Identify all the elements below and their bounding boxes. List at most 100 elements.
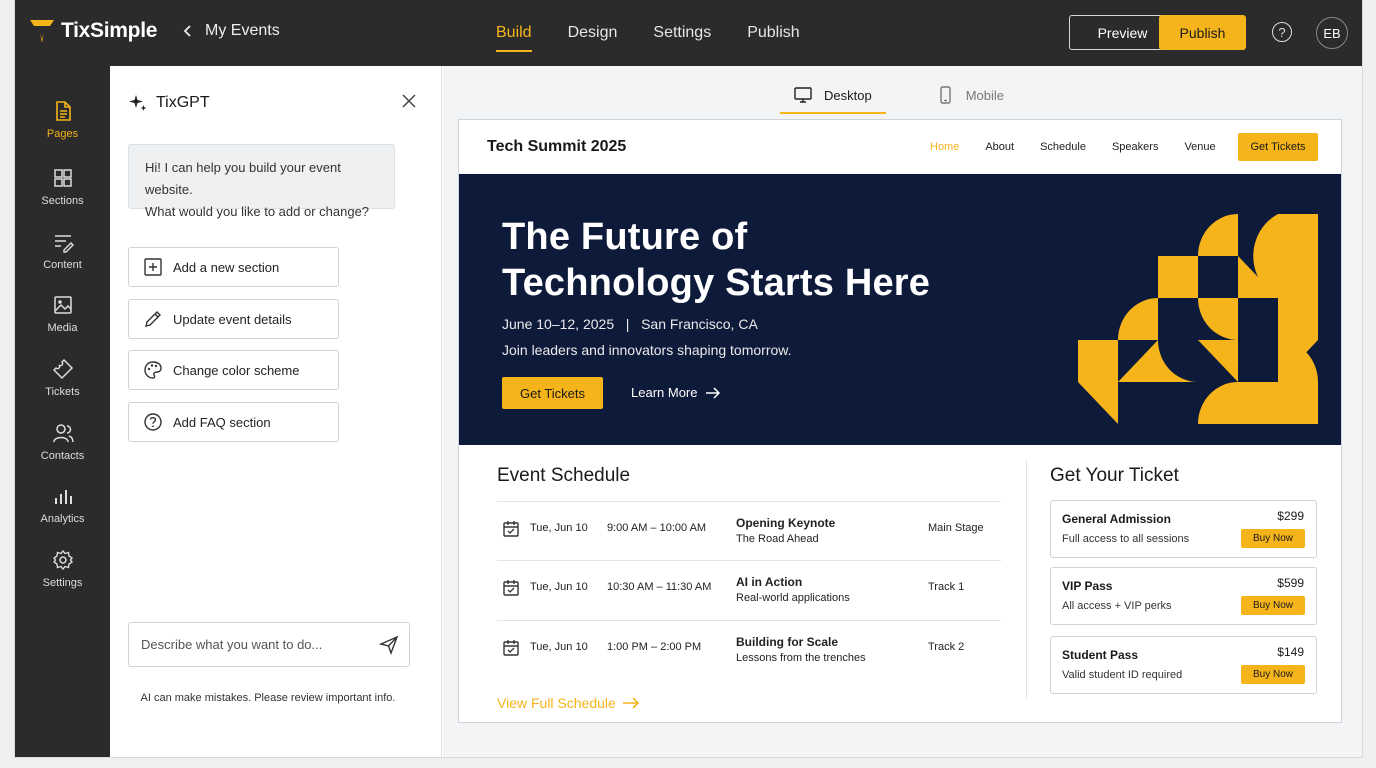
device-toggle: Desktop Mobile: [780, 82, 1018, 114]
arrow-right-icon: [622, 697, 639, 709]
session-room: Track 2: [928, 641, 965, 653]
close-icon[interactable]: [401, 93, 417, 109]
bar-chart-icon: [54, 490, 72, 504]
sparkle-icon: [129, 95, 147, 111]
chevron-left-icon: [183, 25, 191, 37]
session-title: Opening Keynote: [736, 516, 836, 530]
update-details-button[interactable]: Update event details: [128, 299, 339, 339]
session-room: Main Stage: [928, 522, 984, 534]
publish-button[interactable]: Publish: [1159, 15, 1246, 50]
gear-icon: [52, 549, 73, 571]
site-nav-speakers[interactable]: Speakers: [1112, 141, 1158, 153]
ai-disclaimer: AI can make mistakes. Please review impo…: [140, 692, 396, 704]
view-full-schedule-link[interactable]: View Full Schedule: [497, 695, 640, 711]
back-to-events-link[interactable]: My Events: [181, 22, 280, 40]
tickets-title: Get Your Ticket: [1050, 465, 1179, 486]
people-icon: [52, 424, 74, 443]
app-window: TixSimple My Events Build Design Setting…: [14, 0, 1363, 758]
ticket-name: General Admission: [1062, 512, 1171, 526]
schedule-row[interactable]: Tue, Jun 10 9:00 AM – 10:00 AM Opening K…: [497, 501, 1001, 559]
buy-now-button[interactable]: Buy Now: [1241, 665, 1305, 684]
site-title: Tech Summit 2025: [487, 138, 627, 155]
grid-icon: [53, 169, 72, 187]
rail-item-pages[interactable]: Pages: [15, 100, 110, 140]
back-label: My Events: [205, 22, 280, 39]
rail-item-tickets[interactable]: Tickets: [15, 358, 110, 398]
brand-logo-icon: [30, 20, 54, 43]
learn-more-link[interactable]: Learn More: [631, 385, 721, 400]
site-nav-home[interactable]: Home: [930, 141, 959, 153]
site-get-tickets-button[interactable]: Get Tickets: [1238, 133, 1318, 161]
ticket-description: All access + VIP perks: [1062, 600, 1172, 612]
avatar[interactable]: EB: [1316, 17, 1348, 49]
ticket-card: VIP Pass All access + VIP perks $599 Buy…: [1050, 567, 1317, 625]
tab-settings[interactable]: Settings: [653, 0, 711, 66]
help-icon[interactable]: ?: [1272, 22, 1292, 42]
left-rail: Pages Sections Content Media Tickets Con…: [15, 66, 110, 757]
rail-item-media[interactable]: Media: [15, 294, 110, 334]
chat-header: TixGPT: [128, 93, 210, 113]
add-section-button[interactable]: Add a new section: [128, 247, 339, 287]
session-room: Track 1: [928, 581, 965, 593]
preview-canvas: Desktop Mobile Tech Summit 2025 Home Abo…: [443, 66, 1362, 757]
hero-meta: June 10–12, 2025 | San Francisco, CA: [502, 316, 758, 332]
tab-publish[interactable]: Publish: [747, 0, 799, 66]
calendar-icon: [503, 640, 519, 656]
learn-more-label: Learn More: [631, 385, 698, 400]
ticket-name: VIP Pass: [1062, 579, 1113, 593]
tab-design[interactable]: Design: [568, 0, 618, 66]
buy-now-button[interactable]: Buy Now: [1241, 529, 1305, 548]
schedule-section: Event Schedule Tue, Jun 10 9:00 AM – 10:…: [497, 465, 1001, 711]
greeting-line-1: Hi! I can help you build your event webs…: [145, 160, 341, 197]
session-subtitle: The Road Ahead: [736, 533, 819, 545]
logo[interactable]: TixSimple: [29, 17, 157, 45]
hero-subtitle: Join leaders and innovators shaping tomo…: [502, 342, 792, 358]
session-title: Building for Scale: [736, 635, 839, 649]
site-nav-venue[interactable]: Venue: [1184, 141, 1215, 153]
add-faq-button[interactable]: Add FAQ section: [128, 402, 339, 442]
section-divider: [1026, 460, 1027, 698]
session-subtitle: Real-world applications: [736, 592, 850, 604]
device-desktop-tab[interactable]: Desktop: [780, 82, 886, 114]
tickets-section: Get Your Ticket General Admission Full a…: [1050, 465, 1317, 694]
site-nav-about[interactable]: About: [985, 141, 1014, 153]
tixgpt-panel: TixGPT Hi! I can help you build your eve…: [110, 66, 442, 757]
brand-name: TixSimple: [61, 19, 158, 42]
rail-item-settings[interactable]: Settings: [15, 549, 110, 589]
monitor-icon: [794, 87, 812, 103]
assistant-message: Hi! I can help you build your event webs…: [128, 144, 395, 219]
rail-item-content[interactable]: Content: [15, 231, 110, 271]
question-circle-icon: [144, 413, 162, 431]
send-icon[interactable]: [379, 635, 399, 655]
hero-headline: The Future of Technology Starts Here: [502, 216, 931, 304]
top-bar: TixSimple My Events Build Design Setting…: [15, 0, 1362, 66]
action-label: Change color scheme: [173, 362, 300, 378]
rail-item-sections[interactable]: Sections: [15, 167, 110, 207]
schedule-row[interactable]: Tue, Jun 10 1:00 PM – 2:00 PM Building f…: [497, 620, 1001, 678]
site-nav-links: Home About Schedule Speakers Venue: [930, 141, 1242, 153]
buy-now-button[interactable]: Buy Now: [1241, 596, 1305, 615]
rail-item-contacts[interactable]: Contacts: [15, 422, 110, 462]
tab-build[interactable]: Build: [496, 0, 532, 66]
rail-label: Content: [43, 259, 82, 271]
rail-label: Sections: [41, 195, 84, 207]
pencil-icon: [145, 311, 161, 327]
action-label: Add FAQ section: [173, 414, 271, 430]
hero-get-tickets-button[interactable]: Get Tickets: [502, 377, 603, 409]
chat-input[interactable]: [141, 637, 371, 652]
site-nav-schedule[interactable]: Schedule: [1040, 141, 1086, 153]
schedule-row[interactable]: Tue, Jun 10 10:30 AM – 11:30 AM AI in Ac…: [497, 560, 1001, 618]
view-full-schedule-label: View Full Schedule: [497, 695, 616, 711]
ticket-price: $299: [1277, 509, 1304, 523]
action-label: Update event details: [173, 311, 292, 327]
rail-item-analytics[interactable]: Analytics: [15, 485, 110, 525]
device-label: Desktop: [824, 87, 872, 103]
device-label: Mobile: [965, 87, 1004, 103]
change-colors-button[interactable]: Change color scheme: [128, 350, 339, 390]
session-time: 9:00 AM – 10:00 AM: [607, 522, 707, 534]
main-tabs: Build Design Settings Publish: [496, 0, 836, 66]
arrow-right-icon: [706, 386, 721, 399]
schedule-title: Event Schedule: [497, 465, 631, 486]
device-mobile-tab[interactable]: Mobile: [922, 82, 1018, 114]
calendar-icon: [503, 521, 519, 537]
